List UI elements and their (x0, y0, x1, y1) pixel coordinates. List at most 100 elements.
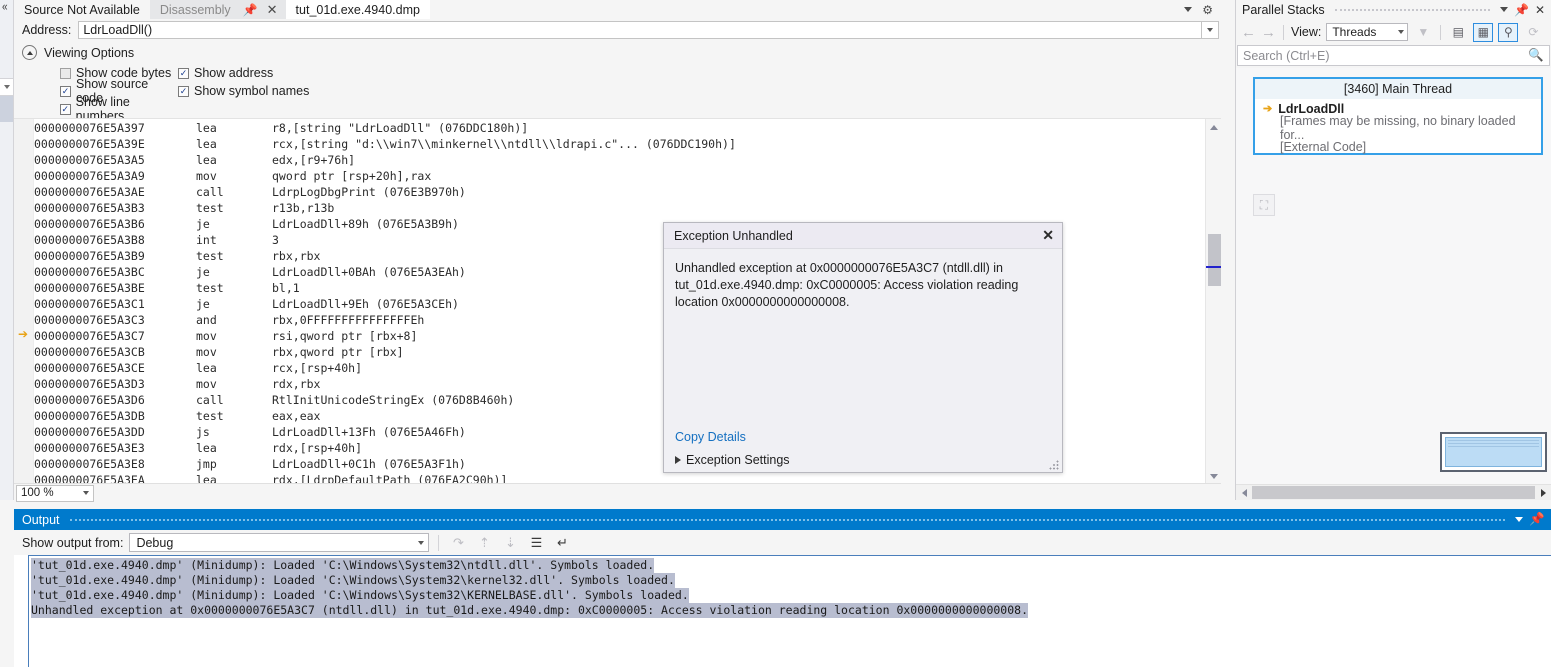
go-to-next-icon[interactable]: ⇣ (500, 533, 520, 553)
chevron-down-icon[interactable] (1515, 517, 1524, 522)
stack-frame-missing[interactable]: [Frames may be missing, no binary loaded… (1255, 114, 1541, 142)
checkbox-show-address-box[interactable]: ✓ (178, 67, 189, 79)
disassembly-operands: rcx,[rsp+40h] (272, 361, 363, 375)
disassembly-vertical-scrollbar[interactable] (1205, 119, 1221, 483)
arrow-right-icon[interactable]: → (1261, 25, 1276, 40)
checkbox-show-address[interactable]: ✓ Show address (178, 66, 273, 80)
refresh-icon[interactable]: ⟳ (1523, 23, 1543, 42)
address-dropdown-button[interactable] (1202, 20, 1219, 39)
disassembly-mnemonic: lea (196, 361, 217, 375)
chevron-down-icon[interactable] (1184, 7, 1193, 12)
disassembly-line[interactable]: 0000000076E5A3A5 lea edx,[r9+76h] (34, 152, 1205, 168)
scrollbar-thumb[interactable] (1208, 234, 1221, 286)
triangle-right-icon (675, 456, 681, 464)
thread-stack-box[interactable]: [3460] Main Thread ➔ LdrLoadDll [Frames … (1253, 77, 1543, 155)
disassembly-address: 0000000076E5A397 (34, 121, 145, 135)
disassembly-operands: LdrLoadDll+0C1h (076E5A3F1h) (272, 457, 466, 471)
clear-all-icon[interactable]: ☰ (526, 533, 546, 553)
parallel-stacks-minimap[interactable] (1440, 432, 1547, 472)
disassembly-gutter[interactable]: ➔ (14, 119, 34, 483)
method-view-icon[interactable]: ▤ (1448, 23, 1468, 42)
output-source-select[interactable]: Debug (129, 533, 430, 552)
disassembly-line[interactable]: 0000000076E5A3EA lea rdx,[LdrpDefaultPath … (34, 472, 1205, 483)
zoom-to-thread-icon[interactable]: ⚲ (1498, 22, 1519, 42)
pin-icon[interactable]: 📌 (1514, 3, 1529, 17)
exception-unhandled-dialog[interactable]: Exception Unhandled ✕ Unhandled exceptio… (663, 222, 1063, 473)
disassembly-address: 0000000076E5A3C1 (34, 297, 145, 311)
search-icon[interactable]: 🔍 (1528, 48, 1544, 63)
gear-icon[interactable]: ⚙ (1202, 3, 1213, 17)
disassembly-mnemonic: js (196, 425, 210, 439)
disassembly-address: 0000000076E5A3B3 (34, 201, 145, 215)
checkbox-show-symbol-names[interactable]: ✓ Show symbol names (178, 84, 309, 98)
output-log-text[interactable]: 'tut_01d.exe.4940.dmp' (Minidump): Loade… (28, 555, 1551, 667)
viewing-options-checkbox-grid: Show code bytes ✓ Show address ✓ Show so… (14, 64, 1221, 123)
viewing-options-panel: Viewing Options Show code bytes ✓ Show a… (14, 42, 1221, 123)
arrow-right-icon[interactable] (1535, 488, 1551, 497)
scroll-down-icon[interactable] (1206, 468, 1221, 483)
zoom-level-select[interactable]: 100 % (16, 484, 94, 502)
disassembly-line[interactable]: 0000000076E5A397 lea r8,[string "LdrLoadDl… (34, 120, 1205, 136)
parallel-stacks-canvas[interactable]: [3460] Main Thread ➔ LdrLoadDll [Frames … (1236, 68, 1551, 500)
hscroll-thumb[interactable] (1252, 486, 1535, 499)
scroll-up-icon[interactable] (1206, 119, 1221, 135)
rail-selected-band (0, 96, 13, 122)
find-message-icon[interactable]: ↷ (448, 533, 468, 553)
tab-source-not-available[interactable]: Source Not Available (14, 0, 150, 19)
disassembly-line[interactable]: 0000000076E5A3B3 test r13b,r13b (34, 200, 1205, 216)
close-icon[interactable]: ✕ (1042, 227, 1054, 244)
disassembly-operands: rbx,rbx (272, 249, 321, 263)
output-title-bar: Output 📌 (14, 509, 1551, 530)
tab-disassembly[interactable]: Disassembly (149, 0, 241, 19)
view-select[interactable]: Threads (1326, 23, 1409, 41)
output-log-line: 'tut_01d.exe.4940.dmp' (Minidump): Loade… (31, 558, 1551, 573)
go-to-previous-icon[interactable]: ⇡ (474, 533, 494, 553)
output-log-line-text: Unhandled exception at 0x0000000076E5A3C… (31, 603, 1028, 618)
disassembly-mnemonic: lea (196, 441, 217, 455)
copy-details-link[interactable]: Copy Details (675, 430, 746, 444)
fit-to-window-icon[interactable]: ⛶ (1253, 194, 1275, 216)
chevron-up-icon[interactable] (22, 45, 37, 60)
pin-icon[interactable]: 📌 (1529, 512, 1545, 527)
viewing-options-header[interactable]: Viewing Options (14, 42, 1221, 62)
close-icon[interactable]: ✕ (1535, 3, 1545, 17)
exception-dialog-title-bar: Exception Unhandled ✕ (664, 223, 1062, 249)
checkbox-show-line-numbers-box[interactable]: ✓ (60, 103, 71, 115)
disassembly-mnemonic: lea (196, 473, 217, 483)
disassembly-line[interactable]: 0000000076E5A3AE call LdrpLogDbgPrint (076… (34, 184, 1205, 200)
disassembly-address: 0000000076E5A3AE (34, 185, 145, 199)
disassembly-line[interactable]: 0000000076E5A39E lea rcx,[string "d:\\win7… (34, 136, 1205, 152)
disassembly-operands: LdrLoadDll+0BAh (076E5A3EAh) (272, 265, 466, 279)
disassembly-operands: bl,1 (272, 281, 300, 295)
output-toolbar-divider (438, 534, 440, 551)
arrow-left-icon[interactable]: ← (1241, 25, 1256, 40)
output-log-line-text: 'tut_01d.exe.4940.dmp' (Minidump): Loade… (31, 588, 689, 603)
chevron-down-icon[interactable] (1499, 7, 1508, 12)
auto-scroll-icon[interactable]: ▦ (1473, 22, 1494, 42)
resize-grip[interactable] (1049, 460, 1059, 470)
collapse-rail-icon[interactable]: « (2, 1, 8, 14)
show-output-from-label: Show output from: (22, 535, 124, 550)
close-icon[interactable]: ✕ (267, 3, 278, 16)
funnel-icon[interactable]: ▼ (1413, 23, 1433, 42)
address-input[interactable]: LdrLoadDll() (78, 20, 1202, 39)
rail-tab-stub[interactable] (0, 78, 13, 96)
parallel-stacks-horizontal-scrollbar[interactable] (1236, 484, 1551, 500)
disassembly-line[interactable]: 0000000076E5A3A9 mov qword ptr [rsp+20h],r… (34, 168, 1205, 184)
disassembly-mnemonic: and (196, 313, 217, 327)
exception-settings-expander[interactable]: Exception Settings (675, 453, 1062, 467)
tab-dump-file[interactable]: tut_01d.exe.4940.dmp (285, 0, 430, 19)
search-placeholder: Search (Ctrl+E) (1243, 48, 1330, 63)
output-log-line-text: 'tut_01d.exe.4940.dmp' (Minidump): Loade… (31, 558, 655, 573)
toggle-word-wrap-icon[interactable]: ↵ (552, 533, 572, 553)
disassembly-address: 0000000076E5A3D3 (34, 377, 145, 391)
disassembly-operands: rdx,[LdrpDefaultPath (076EA2C90h)] (272, 473, 508, 483)
pin-icon[interactable]: 📌 (243, 4, 258, 16)
arrow-left-icon[interactable] (1236, 488, 1252, 497)
parallel-stacks-search-input[interactable]: Search (Ctrl+E) 🔍 (1237, 45, 1550, 66)
scrollbar-position-marker (1206, 266, 1221, 268)
checkbox-show-symbol-names-box[interactable]: ✓ (178, 85, 189, 97)
disassembly-address: 0000000076E5A3A9 (34, 169, 145, 183)
disassembly-operands: rdx,[rsp+40h] (272, 441, 363, 455)
title-dots-divider (1334, 8, 1490, 11)
